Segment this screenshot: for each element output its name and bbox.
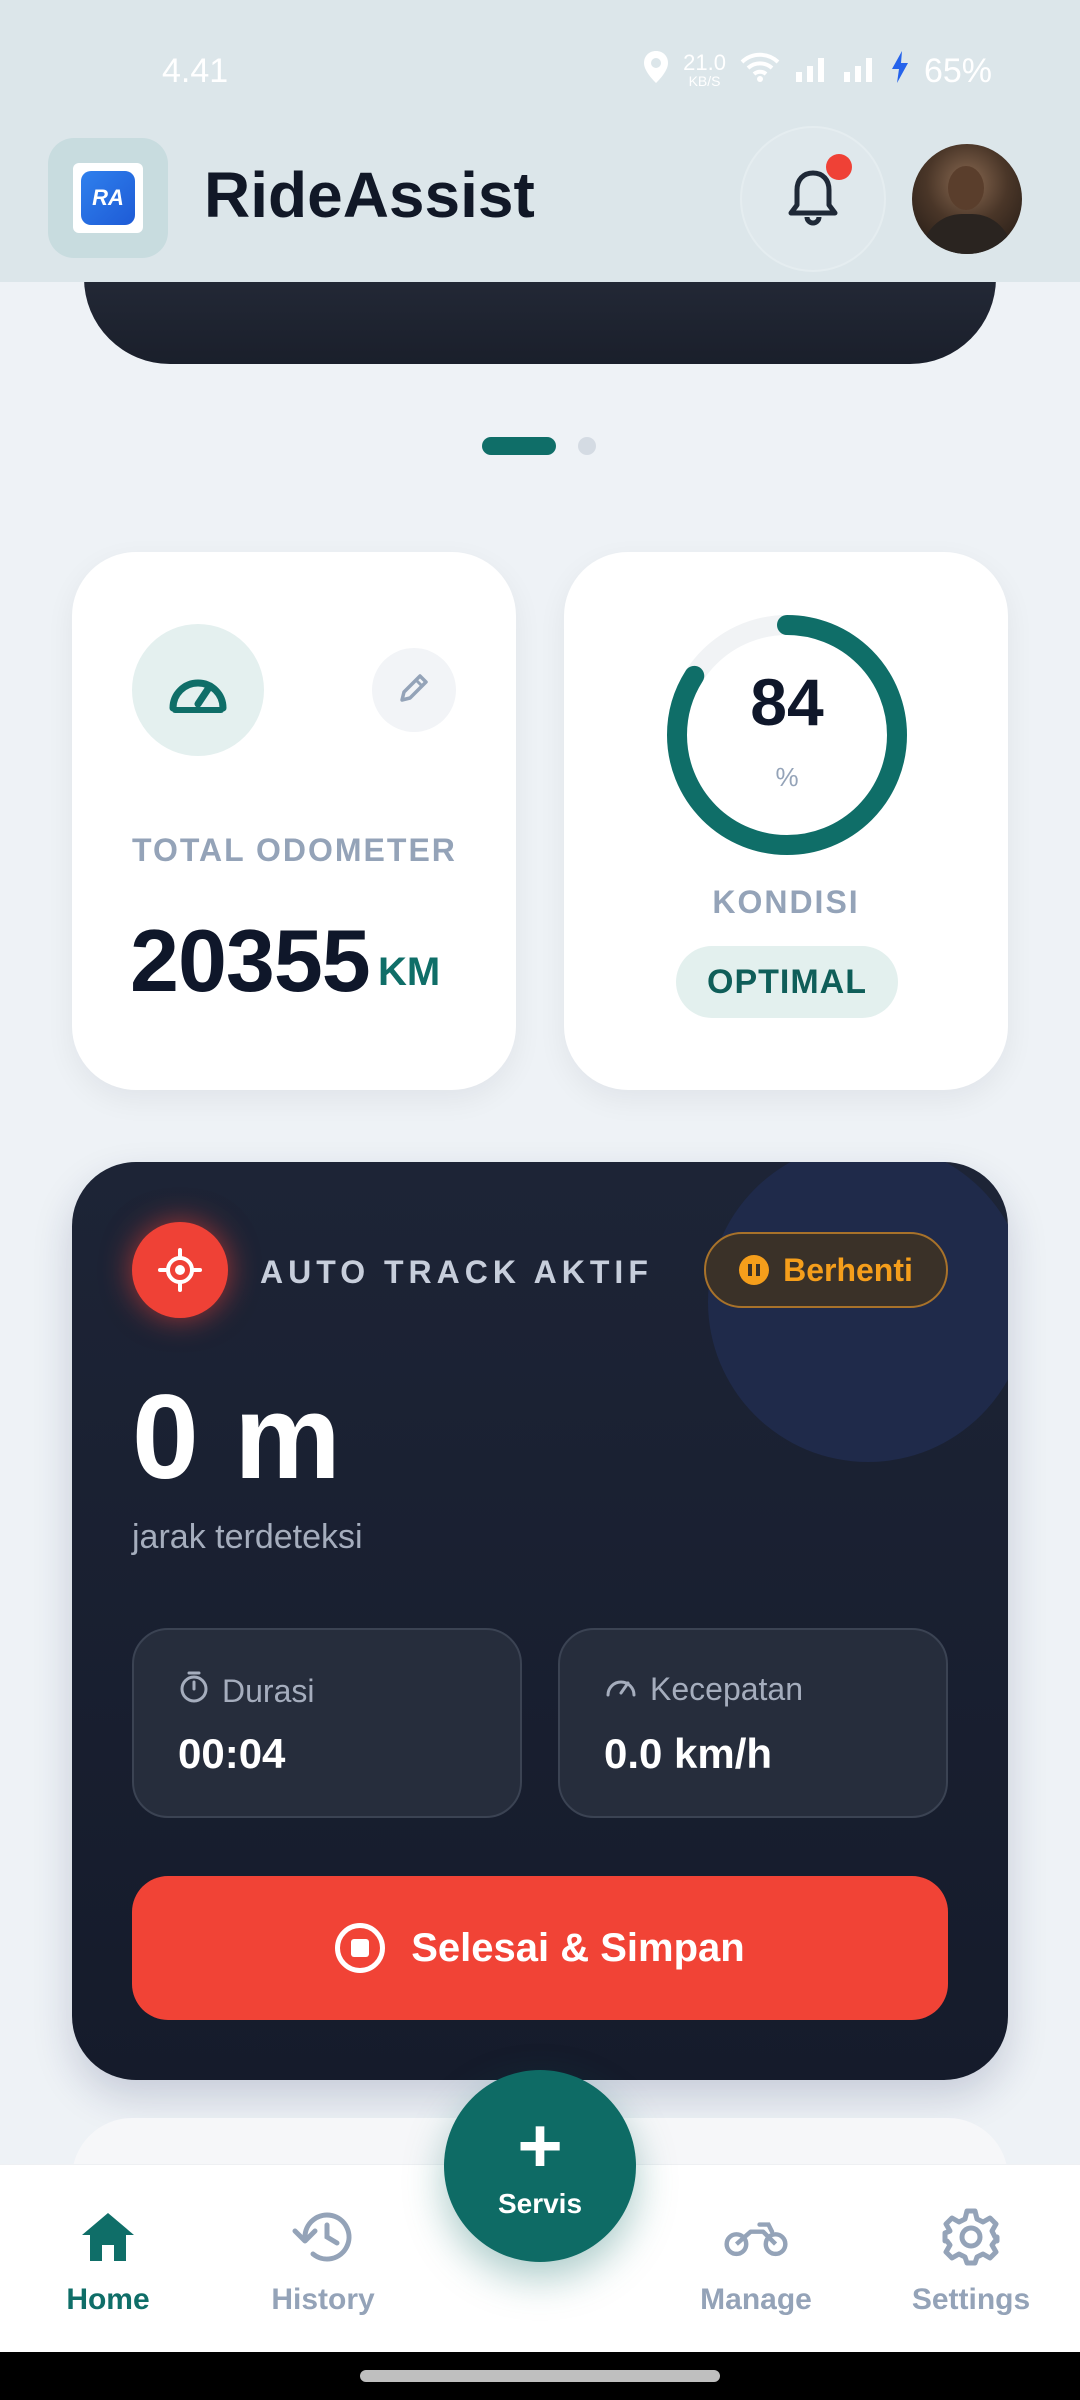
app-header: 4.41 21.0 KB/S 65% RA RideAssist [0,0,1080,282]
speedometer-icon [132,624,264,756]
avatar-body [922,214,1012,254]
duration-box: Durasi 00:04 [132,1628,522,1818]
wifi-icon [740,52,780,91]
nav-home-label: Home [66,2283,150,2316]
speed-box: Kecepatan 0.0 km/h [558,1628,948,1818]
condition-status-badge: OPTIMAL [676,946,898,1018]
app-title: RideAssist [204,159,535,231]
finish-save-button[interactable]: Selesai & Simpan [132,1876,948,2020]
notification-badge [826,154,852,180]
motorcycle-icon [724,2205,788,2269]
history-icon [291,2205,355,2269]
duration-label: Durasi [222,1672,315,1709]
home-screen: TOTAL ODOMETER 20355 KM 84 % KONDISI OPT… [0,0,1080,2400]
distance-caption: jarak terdeteksi [132,1518,363,1556]
finish-save-label: Selesai & Simpan [411,1925,745,1970]
speed-gauge-icon [604,1670,638,1708]
stop-tracking-label: Berhenti [783,1251,913,1288]
home-gesture-handle[interactable] [360,2370,720,2382]
system-gesture-bar [0,2352,1080,2400]
stopwatch-icon [178,1670,210,1712]
edit-odometer-button[interactable] [372,648,456,732]
carousel-dot[interactable] [578,437,596,455]
network-speed-unit: KB/S [688,72,721,89]
status-time: 4.41 [162,52,229,90]
nav-settings-label: Settings [911,2283,1031,2316]
nav-manage[interactable]: Manage [671,2205,841,2317]
odometer-unit: KM [378,950,441,994]
pause-icon [739,1255,770,1285]
nav-history[interactable]: History [238,2205,408,2317]
gear-icon [939,2205,1003,2269]
stop-circle-icon [335,1923,386,1973]
condition-card[interactable]: 84 % KONDISI OPTIMAL [564,552,1008,1090]
notifications-button[interactable] [740,126,886,272]
stop-tracking-button[interactable]: Berhenti [704,1232,948,1308]
duration-value: 00:04 [178,1730,286,1777]
nav-history-label: History [271,2283,375,2316]
signal-icon-2 [842,52,876,91]
app-logo-mark: RA [81,171,135,225]
network-speed-value: 21.0 [683,49,726,75]
avatar-face [948,166,984,210]
pencil-icon [396,670,432,711]
auto-track-title: AUTO TRACK AKTIF [260,1254,653,1290]
nav-settings[interactable]: Settings [886,2205,1056,2317]
condition-label: KONDISI [712,884,860,920]
carousel-dot-active[interactable] [482,437,556,455]
condition-percent: % [775,762,799,792]
distance-value: 0 m [132,1370,342,1504]
decorative-circle [708,1162,1008,1462]
network-speed: 21.0 KB/S [683,49,726,90]
speed-label: Kecepatan [650,1670,804,1707]
nav-manage-label: Manage [700,2283,812,2316]
plus-icon: + [517,2101,563,2189]
auto-track-card: AUTO TRACK AKTIF Berhenti 0 m jarak terd… [72,1162,1008,2080]
battery-percent: 65% [923,52,992,90]
location-icon [643,50,669,93]
odometer-card[interactable]: TOTAL ODOMETER 20355 KM [72,552,516,1090]
gps-target-icon [132,1222,228,1318]
add-service-label: Servis [497,2188,583,2219]
carousel-indicator [0,437,1080,457]
home-icon [76,2205,140,2269]
odometer-value: 20355 [130,911,371,1010]
avatar[interactable] [912,144,1022,254]
nav-home[interactable]: Home [23,2205,193,2317]
condition-value: 84 [750,665,824,739]
app-logo: RA [48,138,168,258]
add-service-button[interactable]: + Servis [444,2070,636,2262]
odometer-label: TOTAL ODOMETER [132,832,457,868]
status-icons: 21.0 KB/S 65% [643,50,992,93]
signal-icon [794,52,828,91]
charging-icon [890,50,910,93]
speed-value: 0.0 km/h [604,1730,773,1777]
